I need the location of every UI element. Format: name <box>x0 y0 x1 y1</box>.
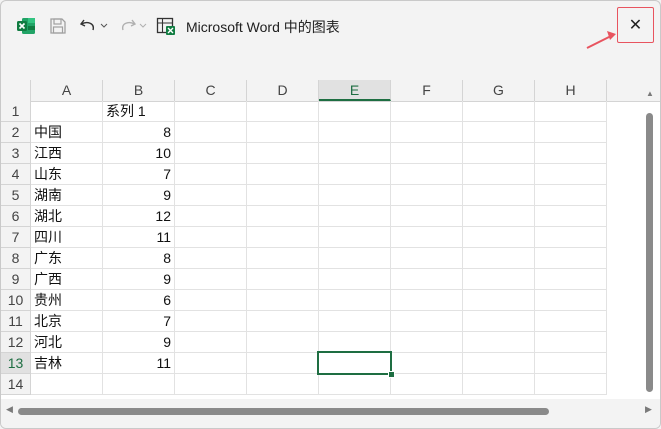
redo-dropdown-icon <box>138 14 148 38</box>
cell-value[interactable]: 9 <box>103 185 171 206</box>
cell-category[interactable]: 四川 <box>34 227 62 248</box>
cell-value[interactable]: 10 <box>103 143 171 164</box>
horizontal-scrollbar[interactable]: ◀ ▶ <box>1 399 660 428</box>
grid-line <box>606 101 607 395</box>
row-header-3[interactable]: 3 <box>1 143 31 164</box>
cell-category[interactable]: 吉林 <box>34 353 62 374</box>
horizontal-scroll-thumb[interactable] <box>18 408 549 415</box>
row-header-6[interactable]: 6 <box>1 206 31 227</box>
undo-icon[interactable] <box>77 14 99 38</box>
grid-line <box>174 101 175 395</box>
chart-data-window: Microsoft Word 中的图表 ✕ ABCDEFGH 123456789… <box>0 0 661 429</box>
row-header-12[interactable]: 12 <box>1 332 31 353</box>
cell-category[interactable]: 湖南 <box>34 185 62 206</box>
row-header-8[interactable]: 8 <box>1 248 31 269</box>
fill-handle[interactable] <box>388 371 395 378</box>
grid-line <box>534 101 535 395</box>
scroll-right-icon[interactable]: ▶ <box>645 404 652 415</box>
vertical-scrollbar[interactable] <box>646 101 654 397</box>
title-bar: Microsoft Word 中的图表 ✕ <box>1 1 660 51</box>
row-header-7[interactable]: 7 <box>1 227 31 248</box>
redo-icon <box>117 14 139 38</box>
row-header-11[interactable]: 11 <box>1 311 31 332</box>
cell-category[interactable]: 广西 <box>34 269 62 290</box>
cell-category[interactable]: 河北 <box>34 332 62 353</box>
cell-value[interactable]: 7 <box>103 311 171 332</box>
row-header-14[interactable]: 14 <box>1 374 31 395</box>
grid-line <box>462 101 463 395</box>
scroll-up-icon[interactable]: ▲ <box>646 89 654 98</box>
window-title: Microsoft Word 中的图表 <box>186 19 340 35</box>
row-header-2[interactable]: 2 <box>1 122 31 143</box>
cell-value[interactable]: 7 <box>103 164 171 185</box>
column-header-b[interactable]: B <box>103 80 175 101</box>
column-header-g[interactable]: G <box>463 80 535 101</box>
row-header-5[interactable]: 5 <box>1 185 31 206</box>
column-header-h[interactable]: H <box>535 80 607 101</box>
row-header-10[interactable]: 10 <box>1 290 31 311</box>
close-icon: ✕ <box>628 17 643 34</box>
column-header-d[interactable]: D <box>247 80 319 101</box>
select-all-corner[interactable] <box>1 80 31 101</box>
cell-value[interactable]: 12 <box>103 206 171 227</box>
cell-value[interactable]: 9 <box>103 332 171 353</box>
row-header-4[interactable]: 4 <box>1 164 31 185</box>
row-header-1[interactable]: 1 <box>1 101 31 122</box>
excel-icon <box>15 14 37 38</box>
column-headers: ABCDEFGH <box>1 80 660 102</box>
cell-category[interactable]: 贵州 <box>34 290 62 311</box>
undo-dropdown-icon[interactable] <box>99 14 109 38</box>
annotation-arrow-icon <box>586 31 616 49</box>
cell-value[interactable]: 8 <box>103 122 171 143</box>
row-header-9[interactable]: 9 <box>1 269 31 290</box>
edit-data-in-excel-icon[interactable] <box>155 14 177 38</box>
vertical-scroll-thumb[interactable] <box>646 113 653 392</box>
cell-value[interactable]: 8 <box>103 248 171 269</box>
row-header-13[interactable]: 13 <box>1 353 31 374</box>
cell-category[interactable]: 山东 <box>34 164 62 185</box>
cell-value[interactable]: 11 <box>103 227 171 248</box>
grid-line <box>246 101 247 395</box>
cell-category[interactable]: 湖北 <box>34 206 62 227</box>
spreadsheet-grid: ABCDEFGH 1 2 3 4 5 6 7 8 9 10 11 12 13 14 系列 1 中国 8 江西 10… <box>1 80 660 399</box>
column-header-e[interactable]: E <box>319 80 391 101</box>
cell-b1-series-name[interactable]: 系列 1 <box>106 101 146 122</box>
column-header-c[interactable]: C <box>175 80 247 101</box>
column-header-f[interactable]: F <box>391 80 463 101</box>
selected-cell-box[interactable] <box>317 351 392 375</box>
cell-category[interactable]: 北京 <box>34 311 62 332</box>
cell-value[interactable]: 9 <box>103 269 171 290</box>
close-button[interactable]: ✕ <box>617 7 654 43</box>
grid-line <box>31 394 607 395</box>
cell-category[interactable]: 广东 <box>34 248 62 269</box>
cell-category[interactable]: 江西 <box>34 143 62 164</box>
cell-value[interactable]: 11 <box>103 353 171 374</box>
column-header-a[interactable]: A <box>31 80 103 101</box>
scroll-left-icon[interactable]: ◀ <box>6 404 13 415</box>
save-icon[interactable] <box>47 14 69 38</box>
cell-value[interactable]: 6 <box>103 290 171 311</box>
cell-category[interactable]: 中国 <box>34 122 62 143</box>
